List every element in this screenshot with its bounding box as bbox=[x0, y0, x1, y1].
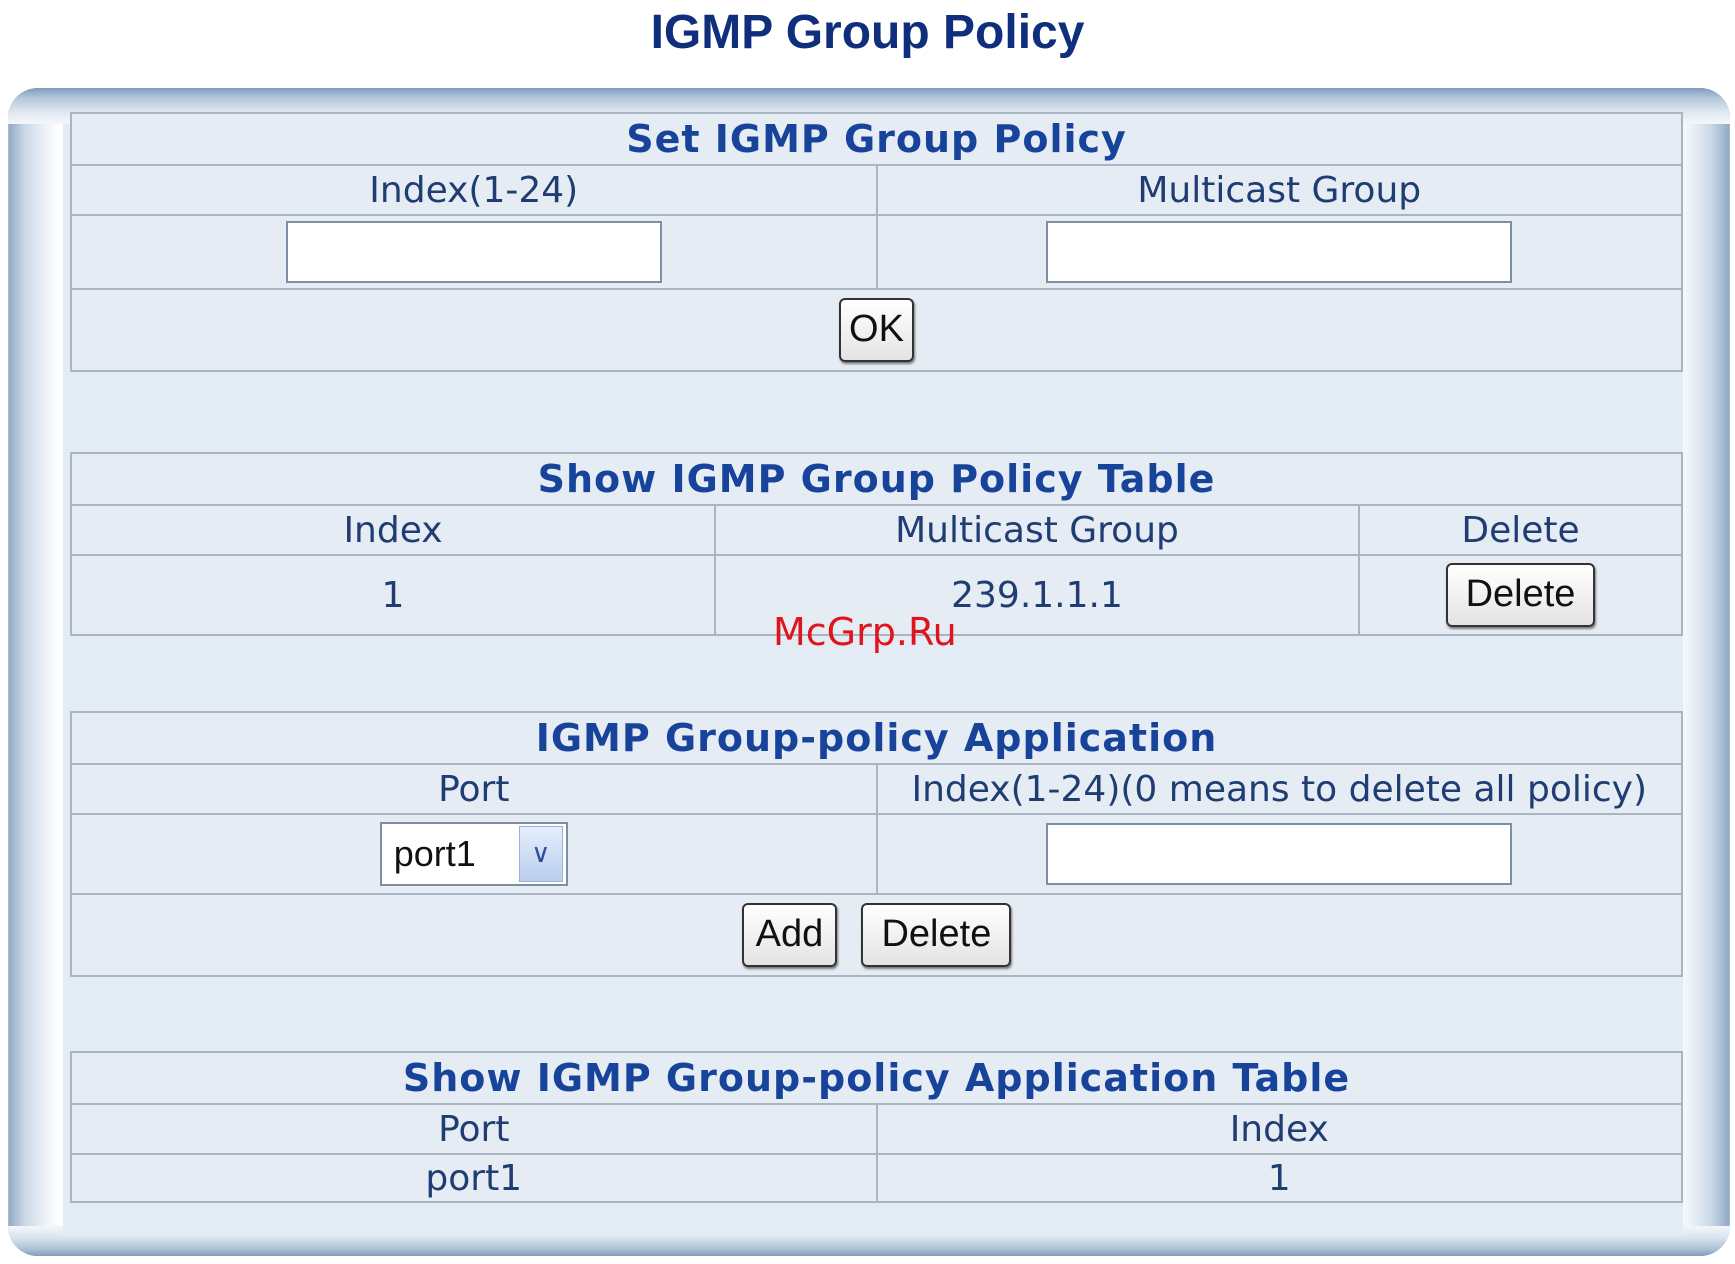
section-header: Show IGMP Group Policy Table bbox=[72, 454, 1681, 504]
content-area: Set IGMP Group Policy Index(1-24) Multic… bbox=[63, 112, 1683, 1236]
ok-button[interactable]: OK bbox=[839, 298, 914, 362]
table-row: port1 1 bbox=[72, 1155, 1681, 1201]
section-header: Set IGMP Group Policy bbox=[72, 114, 1681, 164]
cell-index: 1 bbox=[877, 1155, 1681, 1201]
column-header-multicast-group: Multicast Group bbox=[716, 506, 1358, 554]
delete-policy-button[interactable]: Delete bbox=[1445, 563, 1596, 627]
cell-multicast-group: 239.1.1.1 bbox=[716, 556, 1358, 634]
content-frame: Set IGMP Group Policy Index(1-24) Multic… bbox=[8, 88, 1730, 1256]
cell-delete: Delete bbox=[1360, 556, 1681, 634]
set-policy-panel: Set IGMP Group Policy Index(1-24) Multic… bbox=[70, 112, 1683, 372]
port-select[interactable]: port1 ∨ bbox=[379, 822, 568, 886]
cell-index: 1 bbox=[72, 556, 714, 634]
add-delete-row: Add Delete bbox=[72, 895, 1681, 975]
page-title: IGMP Group Policy bbox=[650, 6, 1085, 59]
group-cell bbox=[877, 216, 1681, 288]
table-row: 1 239.1.1.1 Delete bbox=[72, 556, 1681, 634]
column-header-port: Port bbox=[72, 1105, 876, 1153]
application-table-panel: Show IGMP Group-policy Application Table… bbox=[70, 1051, 1683, 1203]
chevron-down-icon[interactable]: ∨ bbox=[518, 826, 563, 882]
column-header-index: Index bbox=[877, 1105, 1681, 1153]
cell-port: port1 bbox=[72, 1155, 876, 1201]
application-index-input[interactable] bbox=[1046, 823, 1513, 885]
column-header-port: Port bbox=[72, 765, 876, 813]
column-header-multicast-group: Multicast Group bbox=[877, 166, 1681, 214]
column-header-delete: Delete bbox=[1360, 506, 1681, 554]
port-cell: port1 ∨ bbox=[72, 815, 876, 893]
section-header: IGMP Group-policy Application bbox=[72, 713, 1681, 763]
delete-application-button[interactable]: Delete bbox=[861, 903, 1012, 967]
column-header-index: Index bbox=[72, 506, 714, 554]
column-header-index: Index(1-24)(0 means to delete all policy… bbox=[877, 765, 1681, 813]
ok-row: OK bbox=[72, 290, 1681, 370]
index-cell bbox=[72, 216, 876, 288]
policy-table-panel: Show IGMP Group Policy Table Index Multi… bbox=[70, 452, 1683, 636]
index-cell bbox=[877, 815, 1681, 893]
add-button[interactable]: Add bbox=[741, 903, 838, 967]
application-panel: IGMP Group-policy Application Port Index… bbox=[70, 711, 1683, 977]
section-header: Show IGMP Group-policy Application Table bbox=[72, 1053, 1681, 1103]
column-header-index: Index(1-24) bbox=[72, 166, 876, 214]
index-input[interactable] bbox=[285, 221, 662, 283]
port-select-value: port1 bbox=[393, 833, 476, 874]
multicast-group-input[interactable] bbox=[1046, 221, 1513, 283]
